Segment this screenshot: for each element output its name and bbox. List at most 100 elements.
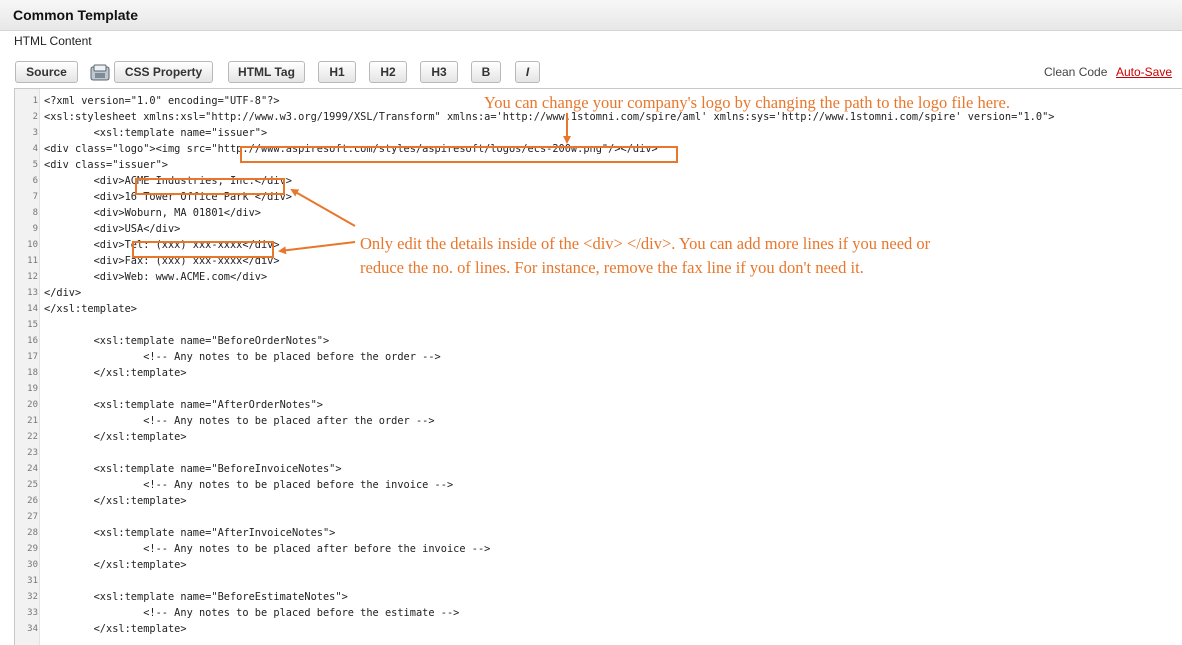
line-number: 21	[27, 416, 38, 426]
code-line[interactable]: 33 <!-- Any notes to be placed before th…	[15, 605, 1182, 621]
code-line[interactable]: 31	[15, 573, 1182, 589]
code-line[interactable]: 14 </xsl:template>	[15, 301, 1182, 317]
line-number: 9	[32, 224, 38, 234]
code-text[interactable]: <?xml version="1.0" encoding="UTF-8"?>	[40, 93, 280, 109]
code-text[interactable]: <div>Woburn, MA 01801</div>	[40, 205, 261, 221]
code-text[interactable]: <div class="issuer">	[40, 157, 168, 173]
line-number: 10	[27, 240, 38, 250]
line-number: 18	[27, 368, 38, 378]
code-text[interactable]: <div>Web: www.ACME.com</div>	[40, 269, 268, 285]
line-number: 20	[27, 400, 38, 410]
line-number: 4	[32, 144, 38, 154]
code-line[interactable]: 34 </xsl:template>	[15, 621, 1182, 637]
code-text[interactable]: <!-- Any notes to be placed before the o…	[40, 349, 441, 365]
code-line[interactable]: 3 <xsl:template name="issuer">	[15, 125, 1182, 141]
phone-highlight	[132, 241, 274, 258]
code-line[interactable]: 30 </xsl:template>	[15, 557, 1182, 573]
code-text[interactable]: </xsl:template>	[40, 493, 187, 509]
bold-button[interactable]: B	[471, 61, 501, 83]
code-text[interactable]: <xsl:template name="BeforeInvoiceNotes">	[40, 461, 342, 477]
logo-annotation: You can change your company's logo by ch…	[484, 93, 1010, 112]
line-number: 2	[32, 112, 38, 122]
code-line[interactable]: 21 <!-- Any notes to be placed after the…	[15, 413, 1182, 429]
line-number: 1	[32, 96, 38, 106]
code-line[interactable]: 8 <div>Woburn, MA 01801</div>	[15, 205, 1182, 221]
code-line[interactable]: 29 <!-- Any notes to be placed after bef…	[15, 541, 1182, 557]
code-line[interactable]: 27	[15, 509, 1182, 525]
code-text[interactable]: <!-- Any notes to be placed after before…	[40, 541, 490, 557]
code-text[interactable]: <xsl:template name="BeforeOrderNotes">	[40, 333, 330, 349]
line-number: 22	[27, 432, 38, 442]
code-text[interactable]: <xsl:template name="issuer">	[40, 125, 268, 141]
line-number: 30	[27, 560, 38, 570]
template-editor-window: Common Template HTML Content Source CSS …	[0, 0, 1182, 645]
line-number: 11	[27, 256, 38, 266]
code-text[interactable]: </xsl:template>	[40, 429, 187, 445]
code-line[interactable]: 25 <!-- Any notes to be placed before th…	[15, 477, 1182, 493]
line-number: 34	[27, 624, 38, 634]
code-text[interactable]: <div>USA</div>	[40, 221, 181, 237]
code-text[interactable]: <xsl:template name="BeforeEstimateNotes"…	[40, 589, 348, 605]
line-number: 14	[27, 304, 38, 314]
line-number: 8	[32, 208, 38, 218]
h3-button[interactable]: H3	[420, 61, 458, 83]
code-text[interactable]: </div>	[40, 285, 81, 301]
line-number: 33	[27, 608, 38, 618]
company-name-highlight	[135, 178, 285, 195]
code-text[interactable]: </xsl:template>	[40, 557, 187, 573]
auto-save-link[interactable]: Auto-Save	[1116, 65, 1172, 79]
line-number: 24	[27, 464, 38, 474]
logo-path-highlight	[240, 146, 678, 163]
code-line[interactable]: 19	[15, 381, 1182, 397]
code-text[interactable]: <xsl:template name="AfterInvoiceNotes">	[40, 525, 336, 541]
line-number: 7	[32, 192, 38, 202]
code-line[interactable]: 20 <xsl:template name="AfterOrderNotes">	[15, 397, 1182, 413]
code-line[interactable]: 22 </xsl:template>	[15, 429, 1182, 445]
section-label: HTML Content	[14, 34, 92, 48]
title-bar: Common Template	[0, 0, 1182, 31]
line-number: 31	[27, 576, 38, 586]
code-text[interactable]: <!-- Any notes to be placed after the or…	[40, 413, 434, 429]
code-line[interactable]: 24 <xsl:template name="BeforeInvoiceNote…	[15, 461, 1182, 477]
line-number: 26	[27, 496, 38, 506]
line-number: 29	[27, 544, 38, 554]
code-line[interactable]: 17 <!-- Any notes to be placed before th…	[15, 349, 1182, 365]
line-number: 32	[27, 592, 38, 602]
code-editor[interactable]: 1 <?xml version="1.0" encoding="UTF-8"?> 2…	[14, 88, 1182, 645]
code-line[interactable]: 13 </div>	[15, 285, 1182, 301]
line-number: 12	[27, 272, 38, 282]
source-button[interactable]: Source	[15, 61, 78, 83]
line-number: 16	[27, 336, 38, 346]
editor-toolbar: Source CSS Property HTML Tag H1 H2 H3 B …	[0, 52, 1182, 88]
line-number: 13	[27, 288, 38, 298]
code-line[interactable]: 23	[15, 445, 1182, 461]
code-line[interactable]: 26 </xsl:template>	[15, 493, 1182, 509]
h1-button[interactable]: H1	[318, 61, 356, 83]
code-line[interactable]: 32 <xsl:template name="BeforeEstimateNot…	[15, 589, 1182, 605]
code-line[interactable]: 16 <xsl:template name="BeforeOrderNotes"…	[15, 333, 1182, 349]
line-number: 6	[32, 176, 38, 186]
code-text[interactable]: </xsl:template>	[40, 301, 137, 317]
italic-button[interactable]: I	[515, 61, 540, 83]
line-number: 15	[27, 320, 38, 330]
code-line[interactable]: 18 </xsl:template>	[15, 365, 1182, 381]
h2-button[interactable]: H2	[369, 61, 407, 83]
div-annotation-line-1: Only edit the details inside of the <div…	[360, 234, 931, 253]
window-title: Common Template	[13, 7, 138, 23]
code-text[interactable]: <!-- Any notes to be placed before the e…	[40, 605, 459, 621]
save-icon[interactable]	[90, 64, 110, 81]
code-text[interactable]: <!-- Any notes to be placed before the i…	[40, 477, 453, 493]
css-property-button[interactable]: CSS Property	[114, 61, 213, 83]
line-number: 3	[32, 128, 38, 138]
line-number: 19	[27, 384, 38, 394]
clean-code-link[interactable]: Clean Code	[1044, 65, 1107, 79]
line-number: 27	[27, 512, 38, 522]
code-line[interactable]: 28 <xsl:template name="AfterInvoiceNotes…	[15, 525, 1182, 541]
code-text[interactable]: <xsl:template name="AfterOrderNotes">	[40, 397, 323, 413]
html-tag-button[interactable]: HTML Tag	[228, 61, 305, 83]
code-text[interactable]: </xsl:template>	[40, 621, 187, 637]
code-line[interactable]: 15	[15, 317, 1182, 333]
div-annotation-line-2: reduce the no. of lines. For instance, r…	[360, 258, 864, 277]
code-text[interactable]: </xsl:template>	[40, 365, 187, 381]
line-number: 5	[32, 160, 38, 170]
